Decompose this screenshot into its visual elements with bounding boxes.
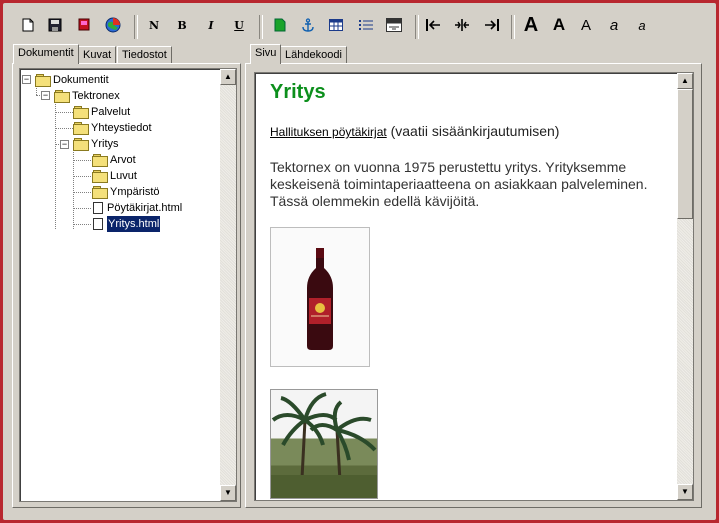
file-icon: [93, 202, 103, 214]
tree-item-yritys[interactable]: Yritys: [73, 136, 119, 152]
globe-icon: [105, 17, 121, 33]
globe-button[interactable]: [102, 14, 124, 36]
palm-trees-image[interactable]: [270, 389, 378, 499]
file-icon: [93, 218, 103, 230]
insert-image-button[interactable]: [269, 14, 291, 36]
tree-scrollbar[interactable]: ▲ ▼: [220, 69, 236, 501]
tree-item-arvot[interactable]: Arvot: [92, 152, 136, 168]
collapse-toggle[interactable]: −: [41, 91, 50, 100]
folder-icon: [73, 122, 89, 135]
editor-window: N B I U A A A a a Dokumentit Kuvat Tiedo…: [3, 3, 716, 520]
scroll-down-button[interactable]: ▼: [220, 485, 236, 501]
save-button[interactable]: [44, 14, 66, 36]
folder-icon: [92, 154, 108, 167]
page-preview: Yritys Hallituksen pöytäkirjat (vaatii s…: [254, 72, 694, 501]
align-left-button[interactable]: [423, 14, 445, 36]
tab-lahdekoodi[interactable]: Lähdekoodi: [280, 46, 347, 63]
wine-bottle-image[interactable]: [270, 227, 370, 367]
italic-a-small-button[interactable]: a: [631, 14, 653, 36]
tree-item-palvelut[interactable]: Palvelut: [73, 104, 130, 120]
tab-tiedostot[interactable]: Tiedostot: [117, 46, 172, 63]
tab-dokumentit[interactable]: Dokumentit: [13, 44, 79, 64]
scroll-thumb[interactable]: [677, 89, 693, 219]
scroll-up-button[interactable]: ▲: [220, 69, 236, 85]
toolbar-separator: [415, 15, 419, 39]
folder-icon: [54, 90, 70, 103]
align-center-button[interactable]: [451, 14, 473, 36]
tab-kuvat[interactable]: Kuvat: [78, 46, 117, 63]
align-center-icon: [455, 19, 469, 31]
toolbar-separator: [259, 15, 263, 39]
anchor-icon: [302, 18, 314, 32]
red-tool-button[interactable]: [73, 14, 95, 36]
wine-bottle-icon: [307, 248, 333, 350]
bold-button[interactable]: B: [171, 14, 193, 36]
body-paragraph: Tektornex on vuonna 1975 perustettu yrit…: [270, 159, 648, 209]
abc-button[interactable]: [383, 14, 405, 36]
font-small-button[interactable]: A: [575, 14, 597, 36]
underline-button[interactable]: U: [228, 14, 250, 36]
document-tree: − − − Dokumentit Tektronex Palvelut Yhte…: [19, 68, 237, 502]
normal-text-button[interactable]: N: [143, 14, 165, 36]
folder-icon: [73, 138, 89, 151]
italic-a-large-button[interactable]: a: [603, 14, 625, 36]
new-page-icon: [22, 18, 34, 32]
link-note: (vaatii sisäänkirjautumisen): [386, 123, 560, 139]
image-icon: [274, 18, 286, 32]
table-button[interactable]: [325, 14, 347, 36]
tree-item-ymparisto[interactable]: Ympäristö: [92, 184, 160, 200]
toolbar: N B I U A A A a a: [3, 3, 716, 41]
scroll-down-button[interactable]: ▼: [677, 484, 693, 500]
tree-item-tektronex[interactable]: Tektronex: [54, 88, 120, 104]
bullet-list-button[interactable]: [355, 14, 377, 36]
table-icon: [329, 19, 343, 31]
tab-sivu[interactable]: Sivu: [250, 44, 282, 64]
collapse-toggle[interactable]: −: [60, 140, 69, 149]
page-scrollbar[interactable]: ▲ ▼: [677, 73, 693, 500]
anchor-button[interactable]: [297, 14, 319, 36]
right-panel: Yritys Hallituksen pöytäkirjat (vaatii s…: [245, 63, 702, 508]
align-left-icon: [426, 19, 440, 31]
toolbar-separator: [511, 15, 515, 39]
toolbar-separator: [134, 15, 138, 39]
italic-button[interactable]: I: [200, 14, 222, 36]
align-right-icon: [485, 19, 499, 31]
red-square-icon: [78, 18, 90, 31]
new-document-button[interactable]: [17, 14, 39, 36]
tree-item-luvut[interactable]: Luvut: [92, 168, 137, 184]
folder-icon: [73, 106, 89, 119]
collapse-toggle[interactable]: −: [22, 75, 31, 84]
floppy-disk-icon: [48, 18, 62, 32]
list-icon: [359, 20, 373, 30]
page-heading: Yritys: [270, 81, 326, 103]
folder-icon: [35, 74, 51, 87]
tree-item-yritys-html[interactable]: Yritys.html: [90, 216, 161, 232]
font-medium-button[interactable]: A: [548, 14, 570, 36]
minutes-link[interactable]: Hallituksen pöytäkirjat: [270, 125, 387, 139]
tree-item-yhteystiedot[interactable]: Yhteystiedot: [73, 120, 152, 136]
tree-item-dokumentit[interactable]: Dokumentit: [35, 72, 109, 88]
link-line: Hallituksen pöytäkirjat (vaatii sisäänki…: [270, 123, 559, 139]
scroll-up-button[interactable]: ▲: [677, 73, 693, 89]
spellcheck-icon: [386, 18, 402, 32]
tree-item-poytakirjat-html[interactable]: Pöytäkirjat.html: [90, 200, 182, 216]
folder-icon: [92, 170, 108, 183]
folder-icon: [92, 186, 108, 199]
align-right-button[interactable]: [480, 14, 502, 36]
left-panel: − − − Dokumentit Tektronex Palvelut Yhte…: [12, 63, 241, 508]
font-large-button[interactable]: A: [520, 14, 542, 36]
palm-tree-icon: [271, 392, 377, 498]
